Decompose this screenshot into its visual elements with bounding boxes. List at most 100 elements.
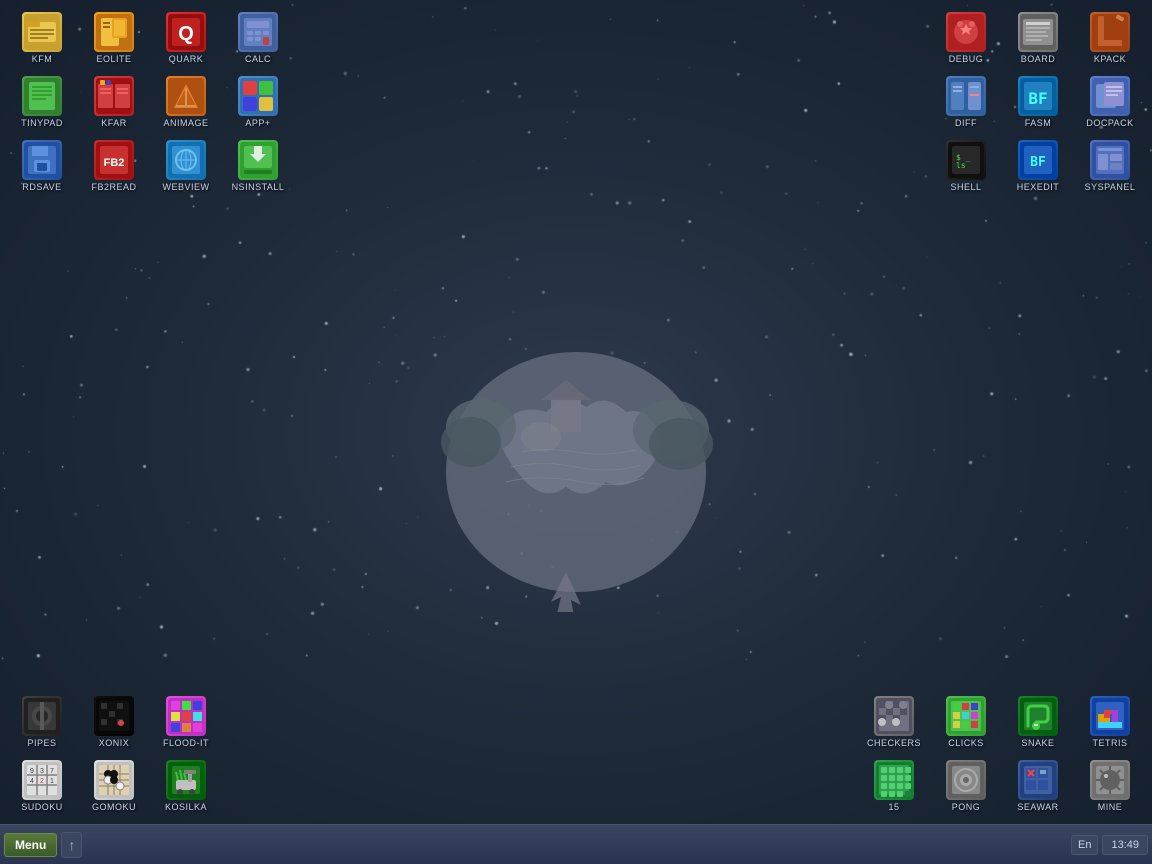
icon-animage[interactable]: ANIMAGE	[152, 72, 220, 132]
icon-fb2read[interactable]: FB2 FB2READ	[80, 136, 148, 196]
icon-mine[interactable]: MINE	[1076, 756, 1144, 816]
tinypad-label: TINYPAD	[21, 118, 63, 128]
docpack-icon-img	[1090, 76, 1130, 116]
icon-kpack[interactable]: KPACK	[1076, 8, 1144, 68]
snake-icon-img	[1018, 696, 1058, 736]
svg-text:BF: BF	[1030, 155, 1046, 170]
webview-icon-img	[166, 140, 206, 180]
icon-row-bl-1: PIPES	[8, 692, 220, 752]
svg-text:1: 1	[50, 778, 54, 785]
icon-quark[interactable]: Q QUARK	[152, 8, 220, 68]
icon-fasm[interactable]: BF FASM	[1004, 72, 1072, 132]
floodit-label: FLOOD-IT	[163, 738, 209, 748]
icon-board[interactable]: BOARD	[1004, 8, 1072, 68]
kpack-icon-img	[1090, 12, 1130, 52]
kfm-label: KFM	[32, 54, 53, 64]
quark-label: QUARK	[169, 54, 204, 64]
clicks-icon-img	[946, 696, 986, 736]
icon-row-tr-2: DIFF BF FASM	[932, 72, 1144, 132]
icon-kfm[interactable]: KFM	[8, 8, 76, 68]
icon-hexedit[interactable]: BF HEXEDIT	[1004, 136, 1072, 196]
rdsave-icon-img	[22, 140, 62, 180]
clock: 13:49	[1102, 835, 1148, 855]
icon-debug[interactable]: DEBUG	[932, 8, 1000, 68]
fb2read-label: FB2READ	[91, 182, 136, 192]
kosilka-icon-img	[166, 760, 206, 800]
pipes-icon-img	[22, 696, 62, 736]
seawar-icon-img	[1018, 760, 1058, 800]
icon-docpack[interactable]: DOCPACK	[1076, 72, 1144, 132]
icon-row-bl-2: 9 3 7 4 2 1 SUDOKU	[8, 756, 220, 816]
menu-button[interactable]: Menu	[4, 833, 57, 857]
svg-text:2: 2	[40, 778, 44, 785]
kpack-label: KPACK	[1094, 54, 1126, 64]
kfar-icon-img	[94, 76, 134, 116]
language-indicator[interactable]: En	[1071, 835, 1098, 855]
icon-snake[interactable]: SNAKE	[1004, 692, 1072, 752]
clicks-label: CLICKS	[948, 738, 984, 748]
icon-row-3: RDSAVE FB2 FB2READ	[8, 136, 292, 196]
nsinstall-label: NSINSTALL	[232, 182, 285, 192]
svg-text:7: 7	[50, 768, 54, 775]
appplus-label: APP+	[245, 118, 270, 128]
icon-tinypad[interactable]: TINYPAD	[8, 72, 76, 132]
kfar-label: KFAR	[101, 118, 127, 128]
board-label: BOARD	[1021, 54, 1056, 64]
icon-rdsave[interactable]: RDSAVE	[8, 136, 76, 196]
icon-nsinstall[interactable]: NSINSTALL	[224, 136, 292, 196]
diff-label: DIFF	[955, 118, 977, 128]
icon-gomoku[interactable]: GOMOKU	[80, 756, 148, 816]
xonix-label: XONIX	[99, 738, 130, 748]
icon-row-br-2: 15 PONG	[860, 756, 1144, 816]
gomoku-icon-img	[94, 760, 134, 800]
rdsave-label: RDSAVE	[22, 182, 61, 192]
tinypad-icon-img	[22, 76, 62, 116]
icon-shell[interactable]: $ _ ls SHELL	[932, 136, 1000, 196]
icon-syspanel[interactable]: SYSPANEL	[1076, 136, 1144, 196]
shell-label: SHELL	[950, 182, 981, 192]
appplus-icon-img	[238, 76, 278, 116]
icon-kfar[interactable]: KFAR	[80, 72, 148, 132]
icon-seawar[interactable]: SEAWAR	[1004, 756, 1072, 816]
floodit-icon-img	[166, 696, 206, 736]
nsinstall-icon-img	[238, 140, 278, 180]
icon-tetris[interactable]: TETRIS	[1076, 692, 1144, 752]
icon-kosilka[interactable]: KOSILKA	[152, 756, 220, 816]
icon-15[interactable]: 15	[860, 756, 928, 816]
svg-text:Q: Q	[178, 23, 194, 45]
pipes-label: PIPES	[27, 738, 56, 748]
svg-text:4: 4	[30, 778, 34, 785]
fasm-icon-img: BF	[1018, 76, 1058, 116]
tetris-label: TETRIS	[1092, 738, 1127, 748]
icon-checkers[interactable]: CHECKERS	[860, 692, 928, 752]
svg-text:FB2: FB2	[104, 157, 125, 169]
svg-text:3: 3	[40, 768, 44, 775]
checkers-label: CHECKERS	[867, 738, 921, 748]
wallpaper	[366, 252, 786, 612]
icon-floodit[interactable]: FLOOD-IT	[152, 692, 220, 752]
icon-row-br-1: CHECKERS	[860, 692, 1144, 752]
icon-row-tr-1: DEBUG BOARD	[932, 8, 1144, 68]
syspanel-icon-img	[1090, 140, 1130, 180]
mine-icon-img	[1090, 760, 1130, 800]
icon-xonix[interactable]: XONIX	[80, 692, 148, 752]
debug-label: DEBUG	[949, 54, 984, 64]
icon-pong[interactable]: PONG	[932, 756, 1000, 816]
icon-appplus[interactable]: APP+	[224, 72, 292, 132]
top-right-icon-area: DEBUG BOARD	[932, 8, 1144, 196]
seawar-label: SEAWAR	[1017, 802, 1058, 812]
eolite-icon-img	[94, 12, 134, 52]
system-tray: En 13:49	[1071, 835, 1148, 855]
icon-sudoku[interactable]: 9 3 7 4 2 1 SUDOKU	[8, 756, 76, 816]
bottom-left-icon-area: PIPES	[8, 692, 220, 816]
icon-clicks[interactable]: CLICKS	[932, 692, 1000, 752]
icon-pipes[interactable]: PIPES	[8, 692, 76, 752]
icon-diff[interactable]: DIFF	[932, 72, 1000, 132]
taskbar-arrow-button[interactable]: ↑	[61, 832, 82, 858]
icon-eolite[interactable]: EOLITE	[80, 8, 148, 68]
calc-label: CALC	[245, 54, 271, 64]
icon-webview[interactable]: WEBVIEW	[152, 136, 220, 196]
icon-calc[interactable]: CALC	[224, 8, 292, 68]
sudoku-label: SUDOKU	[21, 802, 63, 812]
hexedit-icon-img: BF	[1018, 140, 1058, 180]
